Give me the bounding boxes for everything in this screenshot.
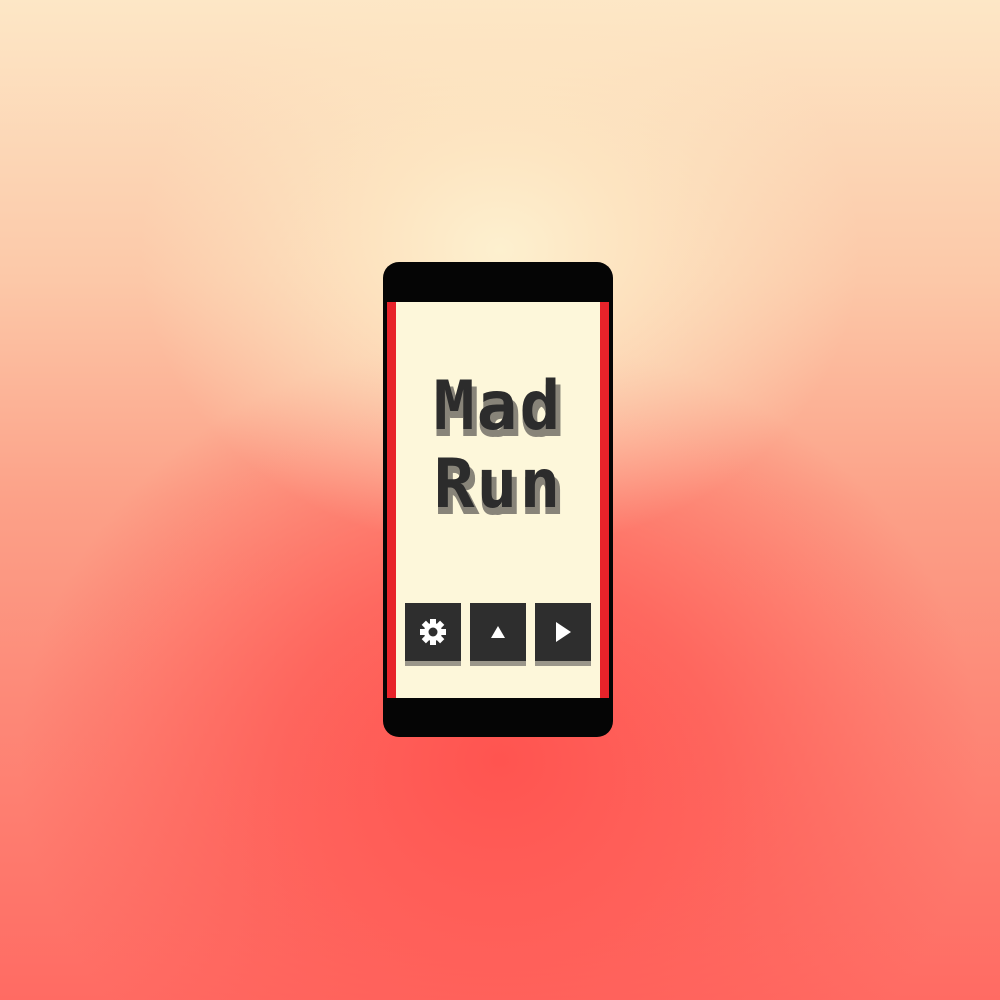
game-screen: Mad Run (387, 302, 609, 698)
phone-frame: Mad Run (383, 262, 613, 737)
leaderboard-button[interactable] (470, 603, 526, 661)
triangle-up-icon (490, 625, 506, 639)
title-line-mad: Mad (433, 367, 563, 446)
menu-buttons (396, 603, 600, 661)
gear-icon (419, 618, 447, 646)
settings-button[interactable] (405, 603, 461, 661)
game-title: Mad Run (396, 368, 600, 524)
title-line-run: Run (433, 445, 563, 524)
play-button[interactable] (535, 603, 591, 661)
play-icon (554, 621, 572, 643)
